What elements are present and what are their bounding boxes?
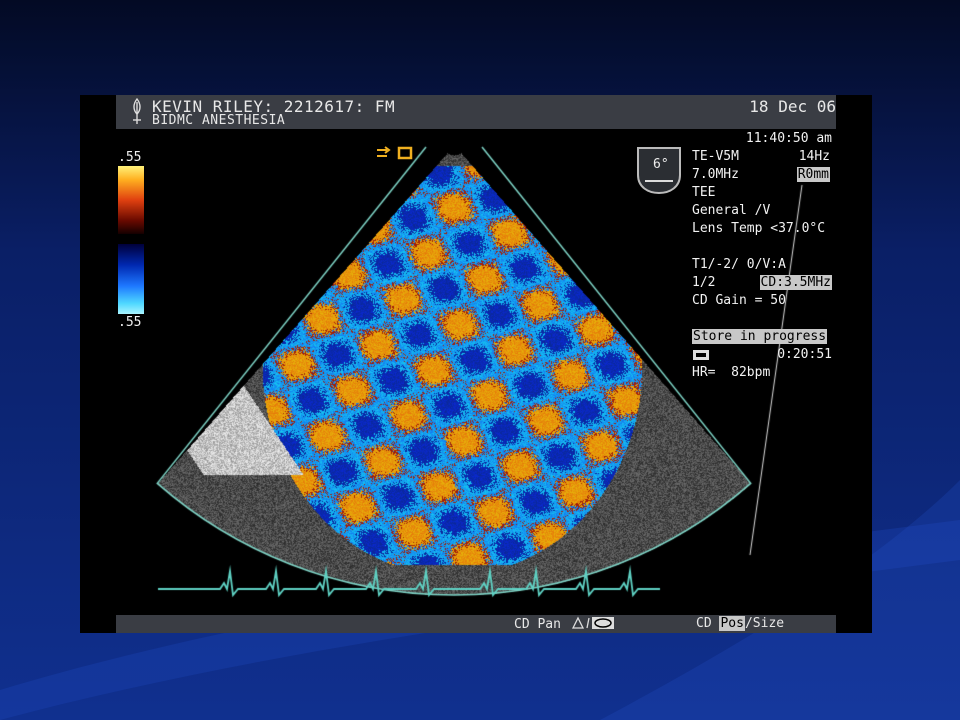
velocity-scale-top: .55: [118, 150, 142, 165]
pos-label: Pos: [719, 616, 745, 631]
cd-frequency-field: CD:3.5MHz: [740, 275, 832, 291]
orientation-marker-icon: [377, 146, 413, 160]
header-bar: KEVIN RILEY: 2212617: FM BIDMC ANESTHESI…: [116, 95, 836, 129]
exam-date: 18 Dec 06: [749, 97, 836, 116]
cine-loop-icon: [693, 350, 709, 360]
store-status-field: Store in progress: [692, 329, 828, 345]
size-label: /Size: [744, 616, 785, 631]
imaging-parameters-2: 1/2: [692, 275, 716, 290]
store-status: Store in progress: [692, 329, 828, 344]
probe-frequency: 7.0MHz: [692, 167, 739, 182]
preset: General /V: [692, 203, 771, 218]
clock-time: 11:40:50 am: [745, 131, 832, 146]
depth-value: R0mm: [796, 167, 830, 182]
velocity-scale-bottom: .55: [118, 315, 142, 330]
store-timer: 0:20:51: [777, 347, 832, 362]
color-scale-cool: [118, 244, 144, 314]
imaging-mode: TEE: [692, 185, 716, 200]
footer-bar: CD Pan CD Pos/Size: [116, 615, 836, 633]
color-doppler-sector-image: [80, 95, 872, 633]
frame-rate: 14Hz: [798, 149, 830, 164]
imaging-parameters-1: T1/-2/ 0/V:A: [692, 257, 786, 272]
probe-angle: 6°: [653, 157, 669, 172]
depth-field: R0mm: [770, 167, 830, 183]
heart-rate: HR= 82bpm: [692, 365, 771, 380]
color-scale-warm: [118, 166, 144, 234]
ultrasound-screen: KEVIN RILEY: 2212617: FM BIDMC ANESTHESI…: [80, 95, 872, 633]
institution-name: BIDMC ANESTHESIA: [152, 113, 286, 128]
cd-pan-label: CD Pan: [514, 617, 561, 632]
cd-pan-control: CD Pan: [514, 616, 615, 632]
ge-logo-icon: [133, 98, 141, 124]
lens-temperature: Lens Temp <37.0°C: [692, 221, 826, 236]
probe-model: TE-V5M: [692, 149, 739, 164]
cd-frequency: CD:3.5MHz: [759, 275, 832, 290]
cd-gain: CD Gain = 50: [692, 293, 786, 308]
cd-position-control: CD Pos/Size: [696, 616, 784, 631]
trackball-icon: [571, 616, 614, 629]
cd-label: CD: [696, 616, 712, 631]
